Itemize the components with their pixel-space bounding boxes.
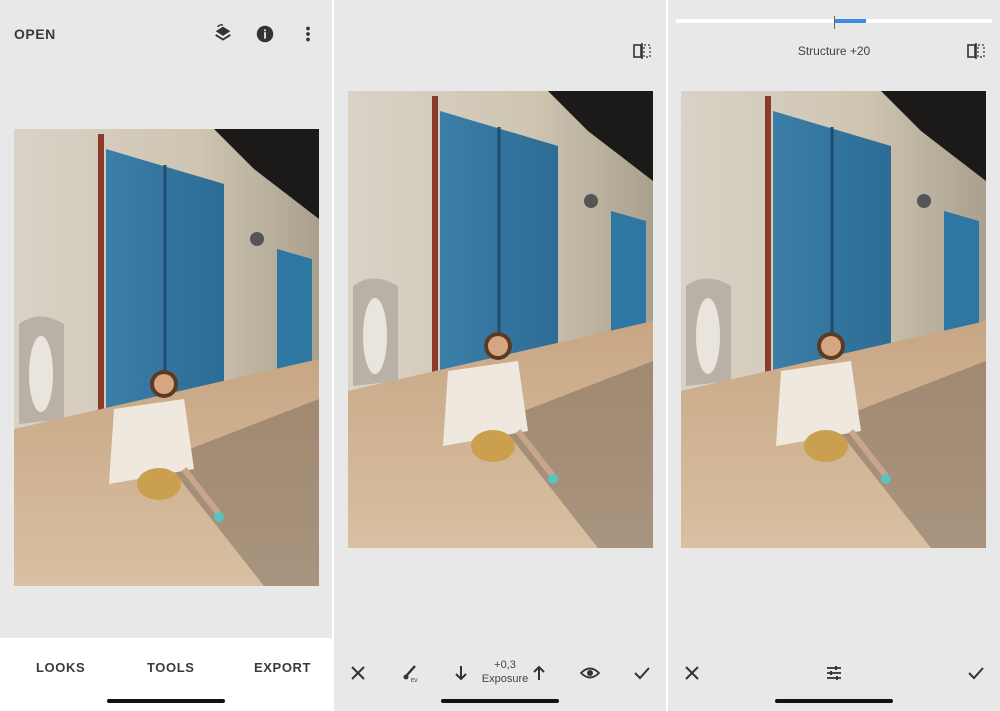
- compare-icon[interactable]: [632, 41, 652, 61]
- close-icon[interactable]: [346, 661, 370, 685]
- home-indicator: [107, 699, 225, 703]
- photo-canvas: [14, 129, 319, 586]
- structure-label: Structure +20: [797, 44, 871, 58]
- info-icon[interactable]: [253, 22, 277, 46]
- panel-home: OPEN LOOKS TOOLS EXPORT: [0, 0, 332, 711]
- home-indicator: [441, 699, 559, 703]
- check-icon[interactable]: [630, 661, 654, 685]
- structure-slider[interactable]: [676, 16, 992, 29]
- edit-toolbar: EV +0,3 Exposure: [334, 649, 666, 711]
- slider-center-tick: [834, 16, 835, 29]
- exposure-value: +0,3: [494, 659, 516, 671]
- photo-preview[interactable]: [14, 129, 319, 586]
- arrow-up-icon[interactable]: [527, 661, 551, 685]
- edit-toolbar: [668, 649, 1000, 711]
- open-button[interactable]: OPEN: [14, 26, 56, 42]
- home-indicator: [775, 699, 893, 703]
- photo-canvas: [348, 91, 653, 548]
- sliders-icon[interactable]: [822, 661, 846, 685]
- arrow-down-icon[interactable]: [449, 661, 473, 685]
- brush-icon[interactable]: EV: [398, 661, 422, 685]
- svg-text:EV: EV: [411, 678, 418, 683]
- photo-preview[interactable]: [348, 91, 653, 548]
- panel-exposure: EV +0,3 Exposure: [334, 0, 666, 711]
- more-vert-icon[interactable]: [296, 22, 320, 46]
- tab-tools[interactable]: TOOLS: [147, 660, 195, 675]
- tab-looks[interactable]: LOOKS: [36, 660, 85, 675]
- panel-structure: Structure +20: [668, 0, 1000, 711]
- photo-canvas: [681, 91, 986, 548]
- bottom-nav: LOOKS TOOLS EXPORT: [0, 638, 332, 711]
- photo-preview[interactable]: [681, 91, 986, 548]
- layers-icon[interactable]: [211, 22, 235, 46]
- close-icon[interactable]: [680, 661, 704, 685]
- eye-icon[interactable]: [578, 661, 602, 685]
- slider-fill: [834, 19, 866, 23]
- tab-export[interactable]: EXPORT: [254, 660, 311, 675]
- compare-icon[interactable]: [966, 41, 986, 61]
- check-icon[interactable]: [964, 661, 988, 685]
